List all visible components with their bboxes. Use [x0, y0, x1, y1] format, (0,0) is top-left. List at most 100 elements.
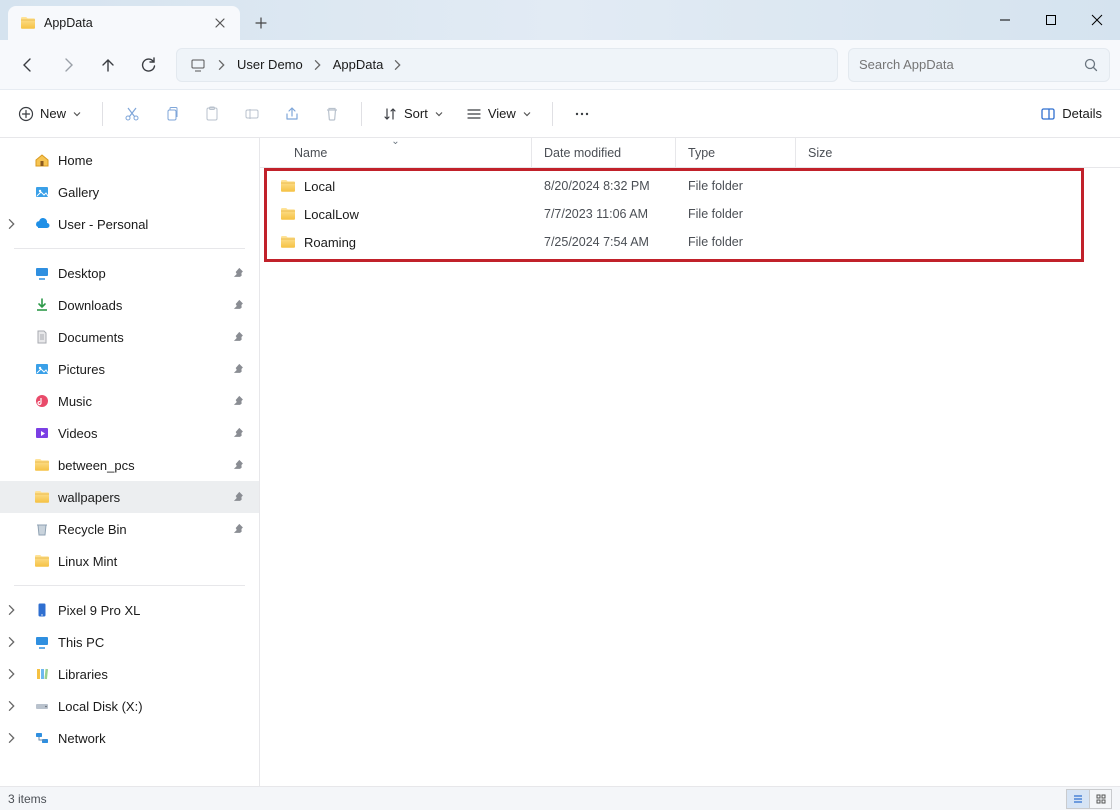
pin-icon — [233, 395, 245, 407]
details-view-button[interactable] — [1067, 790, 1089, 808]
expand-icon[interactable] — [6, 668, 24, 680]
sidebar-item-downloads[interactable]: Downloads — [0, 289, 259, 321]
folder-icon — [280, 234, 296, 250]
minimize-button[interactable] — [982, 0, 1028, 40]
expand-icon[interactable] — [6, 604, 24, 616]
expand-icon[interactable] — [6, 218, 24, 230]
sidebar-label: wallpapers — [58, 490, 120, 505]
paste-button[interactable] — [195, 97, 229, 131]
view-button[interactable]: View — [458, 97, 540, 131]
cloud-icon — [34, 216, 50, 232]
details-pane-button[interactable]: Details — [1032, 97, 1110, 131]
sidebar-item-betweenpcs[interactable]: between_pcs — [0, 449, 259, 481]
breadcrumb-item[interactable]: User Demo — [231, 57, 309, 72]
column-type[interactable]: Type — [676, 138, 796, 167]
sort-button[interactable]: Sort — [374, 97, 452, 131]
up-button[interactable] — [90, 47, 126, 83]
delete-button[interactable] — [315, 97, 349, 131]
share-button[interactable] — [275, 97, 309, 131]
sidebar-item-onedrive[interactable]: User - Personal — [0, 208, 259, 240]
file-name: Local — [304, 179, 335, 194]
new-tab-button[interactable] — [244, 6, 278, 40]
folder-icon — [34, 489, 50, 505]
folder-icon — [20, 15, 36, 31]
file-row[interactable]: Local 8/20/2024 8:32 PM File folder — [260, 172, 1120, 200]
sidebar-item-localdisk[interactable]: Local Disk (X:) — [0, 690, 259, 722]
sidebar-item-recyclebin[interactable]: Recycle Bin — [0, 513, 259, 545]
chevron-down-icon — [72, 109, 82, 119]
pictures-icon — [34, 361, 50, 377]
expand-icon[interactable] — [6, 732, 24, 744]
libraries-icon — [34, 666, 50, 682]
back-button[interactable] — [10, 47, 46, 83]
sidebar-item-libraries[interactable]: Libraries — [0, 658, 259, 690]
file-date: 7/7/2023 11:06 AM — [532, 207, 676, 221]
gallery-icon — [34, 184, 50, 200]
pin-icon — [233, 427, 245, 439]
column-date[interactable]: Date modified — [532, 138, 676, 167]
pin-icon — [233, 299, 245, 311]
drive-icon — [34, 698, 50, 714]
view-mode-toggle — [1066, 789, 1112, 809]
file-row[interactable]: LocalLow 7/7/2023 11:06 AM File folder — [260, 200, 1120, 228]
expand-icon[interactable] — [6, 700, 24, 712]
sidebar-label: between_pcs — [58, 458, 135, 473]
sidebar-item-linuxmint[interactable]: Linux Mint — [0, 545, 259, 577]
sidebar-item-pictures[interactable]: Pictures — [0, 353, 259, 385]
file-date: 7/25/2024 7:54 AM — [532, 235, 676, 249]
new-label: New — [40, 106, 66, 121]
sidebar-label: Recycle Bin — [58, 522, 127, 537]
status-bar: 3 items — [0, 786, 1120, 810]
close-window-button[interactable] — [1074, 0, 1120, 40]
more-button[interactable] — [565, 97, 599, 131]
chevron-right-icon[interactable] — [389, 59, 407, 71]
sidebar-item-wallpapers[interactable]: wallpapers — [0, 481, 259, 513]
tab-appdata[interactable]: AppData — [8, 6, 240, 40]
search-input[interactable] — [859, 57, 1083, 72]
column-size[interactable]: Size — [796, 138, 1120, 167]
close-tab-button[interactable] — [212, 15, 228, 31]
new-button[interactable]: New — [10, 97, 90, 131]
icons-view-button[interactable] — [1089, 790, 1111, 808]
sidebar-item-documents[interactable]: Documents — [0, 321, 259, 353]
sidebar-label: Downloads — [58, 298, 122, 313]
sidebar-item-home[interactable]: Home — [0, 144, 259, 176]
copy-button[interactable] — [155, 97, 189, 131]
sidebar-item-videos[interactable]: Videos — [0, 417, 259, 449]
column-headers: Name ⌄ Date modified Type Size — [260, 138, 1120, 168]
rename-button[interactable] — [235, 97, 269, 131]
file-name: LocalLow — [304, 207, 359, 222]
chevron-right-icon[interactable] — [309, 59, 327, 71]
breadcrumb[interactable]: User Demo AppData — [176, 48, 838, 82]
title-bar: AppData — [0, 0, 1120, 40]
folder-icon — [280, 178, 296, 194]
sidebar-item-music[interactable]: Music — [0, 385, 259, 417]
expand-icon[interactable] — [6, 636, 24, 648]
file-row[interactable]: Roaming 7/25/2024 7:54 AM File folder — [260, 228, 1120, 256]
window-controls — [982, 0, 1120, 40]
sidebar-item-phone[interactable]: Pixel 9 Pro XL — [0, 594, 259, 626]
refresh-button[interactable] — [130, 47, 166, 83]
forward-button[interactable] — [50, 47, 86, 83]
maximize-button[interactable] — [1028, 0, 1074, 40]
sidebar-item-desktop[interactable]: Desktop — [0, 257, 259, 289]
sidebar-label: Videos — [58, 426, 98, 441]
pin-icon — [233, 267, 245, 279]
sidebar-label: Gallery — [58, 185, 99, 200]
document-icon — [34, 329, 50, 345]
breadcrumb-item[interactable]: AppData — [327, 57, 390, 72]
sidebar-item-network[interactable]: Network — [0, 722, 259, 754]
file-type: File folder — [676, 235, 796, 249]
chevron-right-icon[interactable] — [213, 59, 231, 71]
sidebar-item-gallery[interactable]: Gallery — [0, 176, 259, 208]
cut-button[interactable] — [115, 97, 149, 131]
address-bar: User Demo AppData — [0, 40, 1120, 90]
search-icon — [1083, 57, 1099, 73]
file-type: File folder — [676, 207, 796, 221]
column-name[interactable]: Name ⌄ — [260, 138, 532, 167]
sidebar-item-thispc[interactable]: This PC — [0, 626, 259, 658]
search-box[interactable] — [848, 48, 1110, 82]
folder-icon — [34, 457, 50, 473]
sidebar-label: This PC — [58, 635, 104, 650]
phone-icon — [34, 602, 50, 618]
